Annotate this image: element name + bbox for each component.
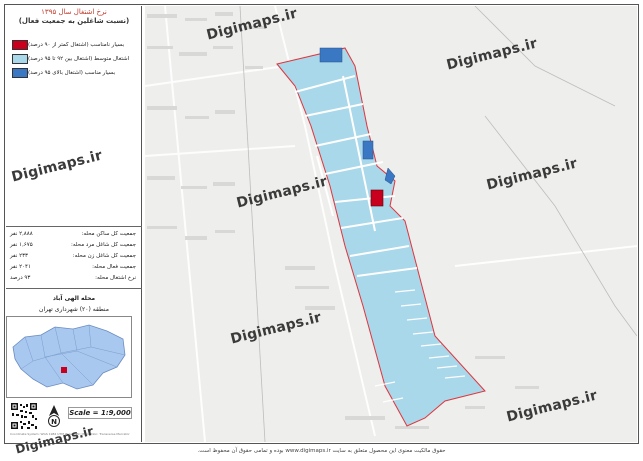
stat-row-male-employed: جمعیت کل شاغل مرد محله: ۱,۶۷۵ نفر <box>8 242 138 251</box>
divider <box>6 226 142 227</box>
legend-swatch-lightblue-icon <box>12 54 28 64</box>
qr-code-icon <box>10 402 38 430</box>
inset-location-marker <box>61 367 67 373</box>
district-name: منطقه (۲۰) شهرداری تهران <box>39 306 109 313</box>
stat-row-population: جمعیت کل ساکن محله: ۲,۸۸۸ نفر <box>8 231 138 240</box>
svg-text:N: N <box>51 418 57 426</box>
legend-title-block: نرخ اشتغال سال ۱۳۹۵ (نسبت شاغلین به جمعی… <box>6 8 142 26</box>
stat-row-active-population: جمعیت فعال محله: ۲۰۴۱ نفر <box>8 264 138 273</box>
divider <box>6 288 142 289</box>
neighborhood-high-zone <box>362 140 374 160</box>
legend-item-label: اشتغال متوسط (اشتغال بین ۹۲ تا ۹۵ درصد) <box>28 56 130 62</box>
map-canvas[interactable]: Digimaps.ir Digimaps.ir Digimaps.ir Digi… <box>145 6 637 442</box>
neighborhood-name: محله الهی آباد <box>52 295 96 302</box>
stat-row-female-employed: جمعیت کل شاغل زن محله: ۲۳۳ نفر <box>8 253 138 262</box>
legend-subtitle: (نسبت شاغلین به جمعیت فعال) <box>18 17 130 25</box>
stat-key: جمعیت فعال محله: <box>92 264 136 270</box>
legend-swatch-blue-icon <box>12 68 28 78</box>
stat-value: ۲۳۳ نفر <box>10 253 28 259</box>
neighborhood-medium-zone <box>276 47 486 427</box>
stat-key: جمعیت کل شاغل زن محله: <box>72 253 136 259</box>
legend-title: نرخ اشتغال سال ۱۳۹۵ <box>41 8 107 16</box>
stat-value: ۱,۶۷۵ نفر <box>10 242 33 248</box>
north-arrow-icon: N <box>48 405 60 427</box>
legend-swatch-red-icon <box>12 40 28 50</box>
neighborhood-high-zone <box>319 47 343 63</box>
legend-item-low: بسیار نامناسب (اشتغال کمتر از ۹۰ درصد) <box>9 40 137 50</box>
stat-key: جمعیت کل شاغل مرد محله: <box>71 242 136 248</box>
stat-value: ۹۳ درصد <box>10 275 31 281</box>
legend-item-high: بسیار مناسب (اشتغال بالای ۹۵ درصد) <box>9 68 137 78</box>
stat-value: ۲۰۴۱ نفر <box>10 264 31 270</box>
legend-item-medium: اشتغال متوسط (اشتغال بین ۹۲ تا ۹۵ درصد) <box>9 54 137 64</box>
stat-value: ۲,۸۸۸ نفر <box>10 231 33 237</box>
scale-label: Scale = 1:9,000 <box>68 407 132 419</box>
legend-item-label: بسیار مناسب (اشتغال بالای ۹۵ درصد) <box>28 70 116 76</box>
tehran-outline <box>12 324 126 390</box>
neighborhood-low-zone <box>370 189 384 207</box>
basemap-svg <box>145 6 637 442</box>
copyright-footer: حقوق مالکیت معنوی این محصول متعلق به سای… <box>197 448 446 454</box>
inset-map <box>6 316 132 398</box>
stat-row-employment-rate: نرخ اشتغال محله: ۹۳ درصد <box>8 275 138 284</box>
stat-key: نرخ اشتغال محله: <box>95 275 136 281</box>
stat-key: جمعیت کل ساکن محله: <box>81 231 136 237</box>
legend-item-label: بسیار نامناسب (اشتغال کمتر از ۹۰ درصد) <box>28 42 125 48</box>
inset-map-svg <box>12 324 126 390</box>
